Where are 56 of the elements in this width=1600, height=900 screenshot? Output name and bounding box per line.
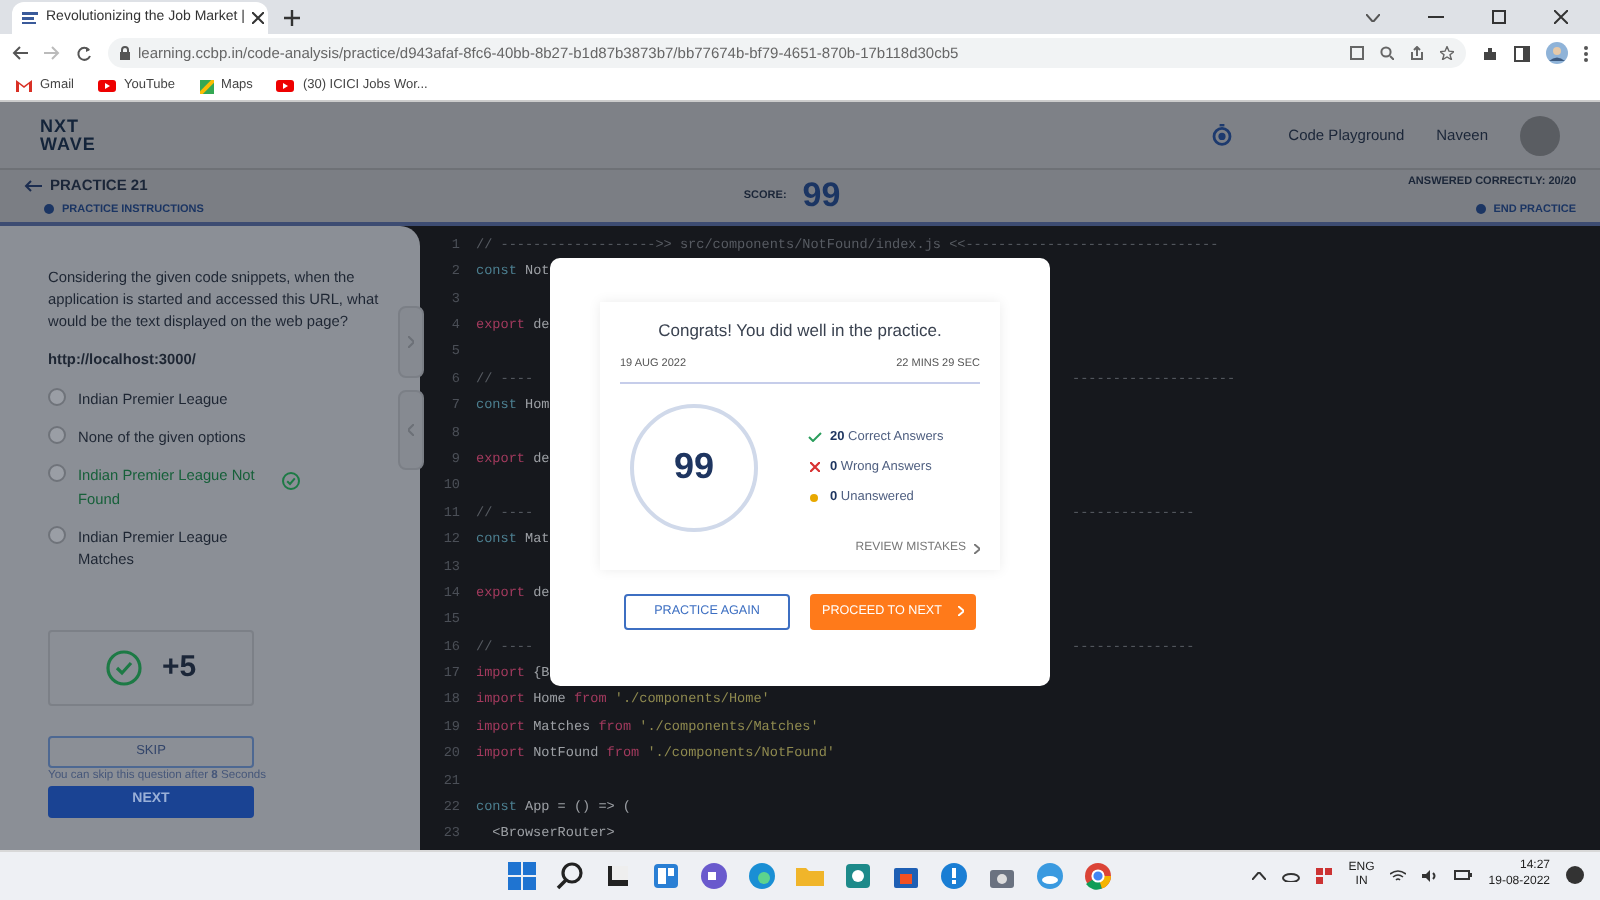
chevron-down-icon[interactable] (1366, 13, 1380, 22)
sidepanel-icon[interactable] (1514, 45, 1530, 62)
close-icon[interactable] (1554, 10, 1568, 25)
browser-icon[interactable] (746, 859, 778, 892)
reload-icon[interactable] (76, 45, 92, 62)
search-icon[interactable] (554, 859, 586, 892)
page-icon (22, 12, 38, 25)
chevron-right-icon (974, 543, 980, 554)
score-value: 99 (802, 174, 841, 219)
radio-button[interactable] (48, 525, 66, 544)
app-tray-icon[interactable] (1316, 867, 1333, 884)
help-icon[interactable] (938, 859, 970, 892)
cross-icon (806, 462, 822, 473)
check-icon (806, 432, 822, 443)
play-icon (97, 80, 116, 93)
check-circle-icon (105, 649, 142, 686)
maximize-icon[interactable] (1492, 10, 1506, 25)
stopwatch-icon[interactable] (1212, 124, 1233, 147)
chat-icon[interactable] (698, 859, 730, 892)
chevron-up-icon[interactable] (1252, 871, 1267, 880)
logo-text: WAVE (40, 135, 96, 154)
points-value: +5 (161, 647, 197, 688)
radio-button[interactable] (48, 464, 66, 483)
app-icon[interactable] (842, 859, 874, 892)
dot-icon (806, 493, 822, 502)
extensions-icon[interactable] (1482, 45, 1498, 62)
play-icon (276, 80, 295, 93)
radio-button[interactable] (48, 426, 66, 445)
zoom-icon[interactable] (1380, 46, 1394, 61)
dialog-title: Congrats! You did well in the practice. (656, 317, 944, 344)
widgets-icon[interactable] (650, 859, 682, 892)
share-icon[interactable] (1410, 46, 1424, 61)
mail-icon (16, 80, 32, 93)
screen-icon[interactable] (1350, 46, 1364, 61)
lock-icon (120, 46, 130, 61)
speaker-icon[interactable] (1422, 869, 1439, 882)
radio-button[interactable] (48, 388, 66, 407)
back-icon[interactable] (12, 46, 28, 61)
chrome-icon[interactable] (1082, 859, 1114, 892)
sidebar-toggle[interactable] (398, 389, 424, 470)
star-icon[interactable] (1440, 46, 1454, 61)
chevron-right-icon (957, 606, 964, 617)
map-icon (199, 79, 214, 94)
sidebar-toggle[interactable] (398, 305, 424, 378)
weather-icon[interactable] (1034, 859, 1066, 892)
close-icon[interactable] (252, 12, 265, 25)
notification-icon[interactable] (1566, 866, 1584, 885)
wifi-icon[interactable] (1390, 869, 1407, 882)
back-arrow-icon[interactable] (24, 179, 42, 192)
logo-text: NXT (40, 117, 81, 136)
battery-icon[interactable] (1454, 870, 1473, 881)
score-circle: 99 (630, 403, 758, 532)
new-tab-icon[interactable] (284, 10, 300, 27)
minimize-icon[interactable] (1428, 16, 1444, 19)
start-icon[interactable] (506, 859, 538, 892)
avatar-icon[interactable] (1546, 42, 1568, 65)
